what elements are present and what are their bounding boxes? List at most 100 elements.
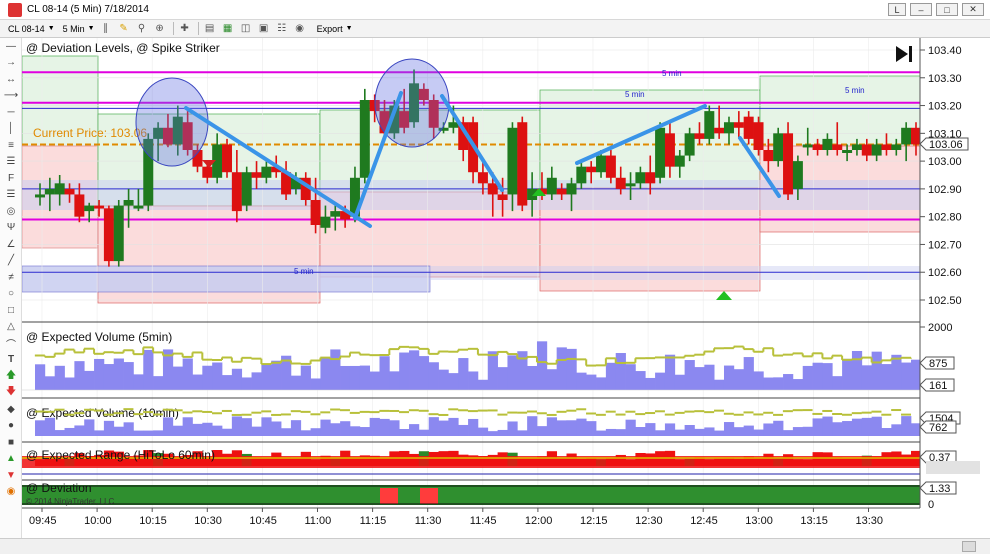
vertical-line-icon[interactable]: │ [0, 121, 22, 138]
fib-extension-icon[interactable]: F [0, 170, 22, 187]
diamond-icon[interactable]: ◆ [0, 401, 22, 418]
volume-bar [655, 430, 666, 436]
volume-bar [143, 430, 154, 436]
volume-bar [802, 365, 813, 390]
fib-time-icon[interactable]: ☰ [0, 187, 22, 204]
price-tick-label: 102.70 [928, 239, 962, 251]
volume5-value-upper: 875 [929, 358, 947, 370]
extended-line-icon[interactable]: ↔ [0, 71, 22, 88]
candle-body [487, 183, 498, 195]
chart-canvas[interactable]: 5 min 5 min 5 min 5 min Current Price: 1… [22, 38, 990, 538]
volume-bar [664, 354, 676, 390]
chevron-down-icon: ▼ [47, 25, 55, 32]
strategies-icon[interactable]: ◫ [239, 22, 253, 36]
text-icon[interactable]: T [0, 352, 22, 369]
arc-icon[interactable]: ⌒ [0, 335, 22, 352]
dot-icon[interactable]: ● [0, 418, 22, 435]
volume-bar [54, 430, 65, 436]
horizontal-scrollbar[interactable] [0, 538, 990, 554]
candle-body [123, 200, 134, 206]
volume-bar [664, 423, 676, 436]
maximize-button[interactable]: □ [936, 3, 958, 16]
export-menu[interactable]: Export ▼ [317, 21, 353, 37]
candle-body [517, 122, 528, 206]
horizontal-line-icon[interactable]: ─ [0, 104, 22, 121]
zoom-icon[interactable]: ⊕ [153, 22, 167, 36]
risk-reward-icon[interactable]: ≠ [0, 269, 22, 286]
volume-bar [153, 430, 164, 436]
volume-bar [615, 429, 626, 436]
chevron-down-icon: ▼ [345, 25, 353, 32]
volume-bar [261, 364, 272, 390]
gann-fan-icon[interactable]: ∠ [0, 236, 22, 253]
volume-bar [310, 378, 321, 390]
scrollbar-thumb[interactable] [962, 541, 976, 552]
pencil-icon[interactable]: ✎ [117, 22, 131, 36]
regression-channel-icon[interactable]: ≡ [0, 137, 22, 154]
candle-body [330, 211, 341, 217]
volume-bar [418, 356, 430, 390]
ray-tool-icon[interactable]: → [0, 55, 22, 72]
range-badge-shadow [926, 461, 980, 474]
volume-bar [536, 426, 548, 436]
bar-type-icon[interactable]: ∥ [99, 22, 113, 36]
close-button[interactable]: ✕ [962, 3, 984, 16]
price-tick-label: 103.20 [928, 101, 962, 113]
volume-bar [714, 379, 725, 390]
arrow-up-icon[interactable]: 🡅 [0, 368, 22, 385]
volume-bar [310, 428, 321, 436]
pitchfork-icon[interactable]: Ψ [0, 220, 22, 237]
volume-bar [674, 429, 685, 436]
properties-icon[interactable]: ▤ [203, 22, 217, 36]
price-tick-label: 103.00 [928, 156, 962, 168]
candle-body [792, 161, 803, 189]
instrument-selector[interactable]: CL 08-14 ▼ [8, 21, 55, 37]
volume-bar [212, 425, 223, 436]
candle-body [596, 155, 607, 173]
deviation-spike [380, 488, 398, 504]
volume-bar [881, 428, 892, 436]
candle-body [753, 122, 764, 150]
volume-bar [212, 362, 223, 390]
arrow-down-icon[interactable]: 🡇 [0, 385, 22, 402]
candle-body [861, 144, 872, 156]
volume-axis-max: 2000 [928, 322, 952, 334]
square-icon[interactable]: ■ [0, 434, 22, 451]
volume-bar [812, 418, 823, 436]
volume-bar [448, 373, 459, 390]
line-tool-icon[interactable]: — [0, 38, 22, 55]
time-tick-label: 12:00 [525, 515, 553, 527]
volume-bar [792, 379, 804, 390]
chart-trader-icon[interactable]: ▣ [257, 22, 271, 36]
ellipse-icon[interactable]: ○ [0, 286, 22, 303]
volume-bar [694, 428, 705, 436]
link-button[interactable]: L [888, 3, 906, 16]
triangle-icon[interactable]: △ [0, 319, 22, 336]
triangle-down-icon[interactable]: ▼ [0, 467, 22, 484]
time-tick-label: 10:15 [139, 515, 167, 527]
ruler-icon[interactable]: ╱ [0, 253, 22, 270]
fib-circle-icon[interactable]: ◎ [0, 203, 22, 220]
minimize-button[interactable]: – [910, 3, 932, 16]
interval-selector[interactable]: 5 Min ▼ [63, 21, 95, 37]
candle-body [222, 144, 233, 173]
indicators-icon[interactable]: ▦ [221, 22, 235, 36]
volume-bar [94, 358, 105, 390]
crosshair-icon[interactable]: ✚ [178, 22, 192, 36]
volume-bar [468, 371, 479, 390]
triangle-up-icon[interactable]: ▲ [0, 451, 22, 468]
snapshot-icon[interactable]: ◉ [293, 22, 307, 36]
volume-bar [369, 371, 380, 390]
volume-bar [851, 350, 863, 390]
volume-bar [861, 417, 872, 436]
stop-sign-icon[interactable]: ◉ [0, 484, 22, 501]
volume-bar [684, 425, 695, 436]
arrow-line-icon[interactable]: ⟶ [0, 88, 22, 105]
fib-retracement-icon[interactable]: ☰ [0, 154, 22, 171]
rectangle-icon[interactable]: □ [0, 302, 22, 319]
magnifier-icon[interactable]: ⚲ [135, 22, 149, 36]
volume-bar [546, 417, 558, 436]
time-tick-label: 12:15 [580, 515, 608, 527]
candle-body [586, 166, 597, 173]
dom-icon[interactable]: ☷ [275, 22, 289, 36]
